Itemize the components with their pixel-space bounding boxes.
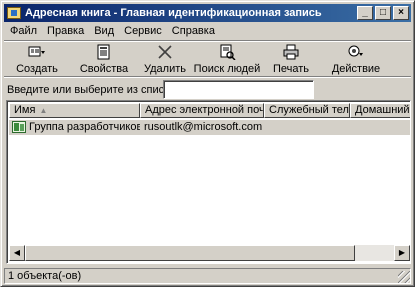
find-people-button[interactable]: Поиск людей xyxy=(194,43,260,77)
column-header-email[interactable]: Адрес электронной почты xyxy=(140,103,264,118)
action-button-label: Действие xyxy=(331,63,381,75)
properties-icon xyxy=(95,44,113,60)
find-people-button-label: Поиск людей xyxy=(193,63,261,75)
list-header: Имя▲ Адрес электронной почты Служебный т… xyxy=(9,103,410,118)
toolbar: Создать Свойства Удалить Поиск людей Печ… xyxy=(4,40,411,78)
print-button-label: Печать xyxy=(272,63,310,75)
menu-bar: Файл Правка Вид Сервис Справка xyxy=(4,23,411,39)
scroll-right-icon[interactable]: ▶ xyxy=(394,245,410,261)
properties-button-label: Свойства xyxy=(79,63,129,75)
print-button[interactable]: Печать xyxy=(266,43,316,77)
menu-view[interactable]: Вид xyxy=(90,25,118,37)
menu-edit[interactable]: Правка xyxy=(43,25,88,37)
status-panel: 1 объекта(-ов) xyxy=(4,268,411,284)
status-bar: 1 объекта(-ов) xyxy=(4,267,411,284)
search-label: Введите или выберите из списка: xyxy=(7,84,179,96)
column-header-home-phone[interactable]: Домашний те xyxy=(350,103,410,118)
minimize-button[interactable]: _ xyxy=(357,6,373,20)
status-text: 1 объекта(-ов) xyxy=(8,270,82,282)
sort-ascending-icon: ▲ xyxy=(39,106,48,115)
window-title: Адресная книга - Главная идентификационн… xyxy=(25,7,322,19)
menu-tools[interactable]: Сервис xyxy=(120,25,166,37)
scroll-left-icon[interactable]: ◀ xyxy=(9,245,25,261)
column-header-work-phone-label: Служебный тел... xyxy=(269,104,350,116)
scrollbar-thumb[interactable] xyxy=(25,245,355,261)
address-book-window: Адресная книга - Главная идентификационн… xyxy=(0,0,415,287)
find-people-icon xyxy=(218,44,236,60)
action-icon xyxy=(347,44,365,60)
close-button[interactable]: × xyxy=(393,6,409,20)
contact-group-icon xyxy=(12,121,26,133)
delete-button-label: Удалить xyxy=(144,63,186,75)
column-header-name[interactable]: Имя ▲ xyxy=(9,103,140,118)
search-input[interactable] xyxy=(163,80,314,99)
resize-grip-icon[interactable] xyxy=(398,271,410,283)
contacts-list[interactable]: Имя▲ Адрес электронной почты Служебный т… xyxy=(6,100,411,264)
horizontal-scrollbar[interactable]: ◀ ▶ xyxy=(9,245,410,261)
column-header-name-label: Имя xyxy=(14,104,36,116)
list-item-email: rusoutlk@microsoft.com xyxy=(144,121,263,133)
list-item[interactable]: Группа разработчиков ... rusoutlk@micros… xyxy=(9,120,410,135)
action-button[interactable]: Действие xyxy=(328,43,384,77)
list-item-name: Группа разработчиков ... xyxy=(29,121,140,133)
new-button[interactable]: Создать xyxy=(12,43,62,77)
delete-icon xyxy=(156,44,174,60)
menu-help[interactable]: Справка xyxy=(168,25,219,37)
column-header-email-label: Адрес электронной почты xyxy=(145,104,263,116)
menu-file[interactable]: Файл xyxy=(6,25,41,37)
delete-button[interactable]: Удалить xyxy=(140,43,190,77)
print-icon xyxy=(282,44,300,60)
search-row: Введите или выберите из списка: xyxy=(4,80,411,100)
new-button-label: Создать xyxy=(16,63,58,75)
new-contact-icon xyxy=(28,44,46,60)
column-header-work-phone[interactable]: Служебный тел... xyxy=(264,103,350,118)
title-bar[interactable]: Адресная книга - Главная идентификационн… xyxy=(4,4,411,22)
maximize-button[interactable]: □ xyxy=(375,6,391,20)
column-header-home-phone-label: Домашний те xyxy=(355,104,410,116)
address-book-icon xyxy=(7,7,21,19)
properties-button[interactable]: Свойства xyxy=(76,43,132,77)
